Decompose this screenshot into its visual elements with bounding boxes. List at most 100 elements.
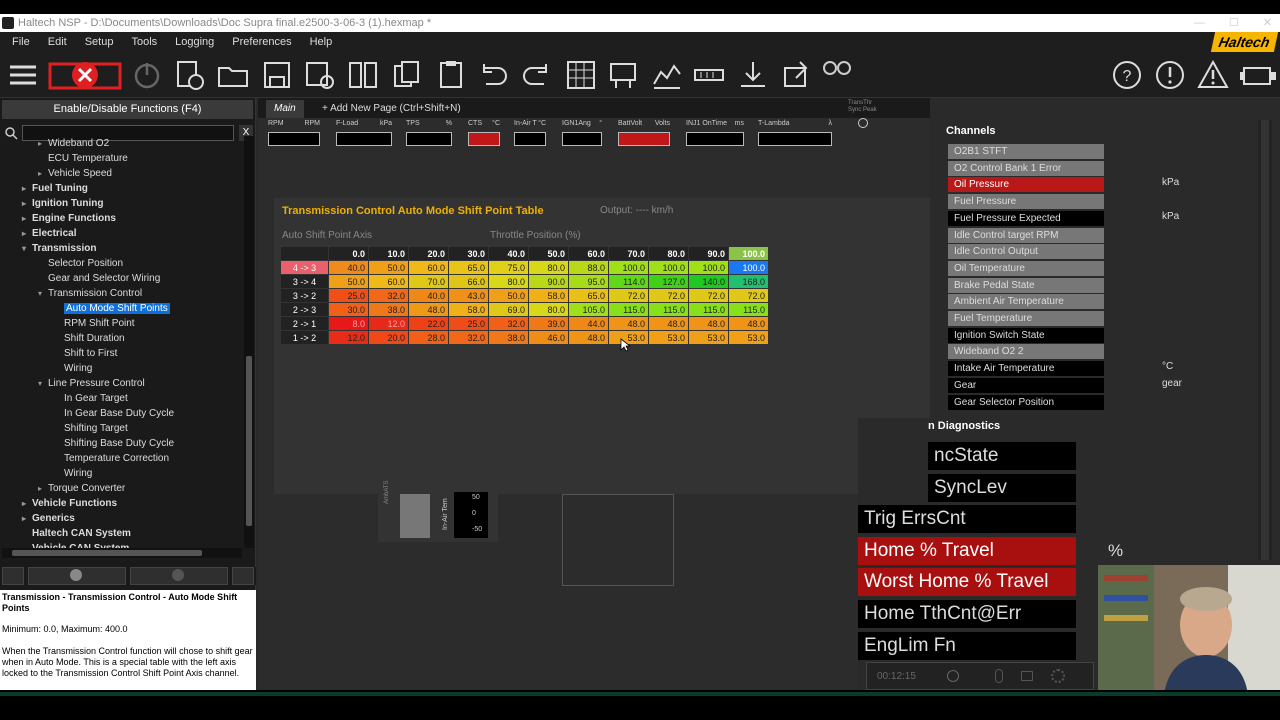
- table-cell[interactable]: 105.0: [568, 302, 609, 317]
- table-cell[interactable]: 65.0: [568, 288, 609, 303]
- more-button-right[interactable]: [232, 567, 254, 585]
- tree-item[interactable]: ▸ Vehicle Functions: [22, 496, 117, 511]
- shift-point-table[interactable]: 0.0 10.0 20.0 30.0 40.0 50.0 60.0 70.0 80.0 90.0 1…: [280, 246, 769, 345]
- diagnostic-item[interactable]: Home TthCnt@Err: [858, 600, 1076, 628]
- gauge-2[interactable]: TPS%: [406, 120, 452, 152]
- tree-item[interactable]: Shift to First: [54, 346, 117, 361]
- table-cell[interactable]: 58.0: [528, 288, 569, 303]
- tree-item[interactable]: Haltech CAN System: [22, 526, 131, 541]
- enable-disable-functions-button[interactable]: Enable/Disable Functions (F4): [2, 100, 253, 119]
- table-cell[interactable]: 53.0: [688, 330, 729, 345]
- table-cell[interactable]: 25.0: [448, 316, 489, 331]
- save-as-icon[interactable]: [302, 58, 336, 92]
- tree-item[interactable]: ▸ Generics: [22, 511, 75, 526]
- tree-item[interactable]: ▸ Engine Functions: [22, 211, 116, 226]
- save-icon[interactable]: [260, 58, 294, 92]
- chevron-right-icon[interactable]: ▸: [22, 511, 32, 526]
- chevron-right-icon[interactable]: ▸: [38, 136, 48, 151]
- row-header[interactable]: 3 -> 2: [280, 288, 329, 303]
- table-cell[interactable]: 50.0: [368, 260, 409, 275]
- menu-preferences[interactable]: Preferences: [226, 36, 297, 48]
- table-cell[interactable]: 80.0: [528, 302, 569, 317]
- table-cell[interactable]: 12.0: [328, 330, 369, 345]
- column-header[interactable]: 0.0: [328, 246, 369, 261]
- table-cell[interactable]: 66.0: [448, 274, 489, 289]
- graph-icon[interactable]: [650, 58, 684, 92]
- table-cell[interactable]: 60.0: [408, 260, 449, 275]
- settings-gears-icon[interactable]: [820, 58, 854, 92]
- close-icon[interactable]: ✕: [1263, 14, 1272, 32]
- column-header[interactable]: 10.0: [368, 246, 409, 261]
- table-cell[interactable]: 90.0: [528, 274, 569, 289]
- table-cell[interactable]: 50.0: [328, 274, 369, 289]
- table-cell[interactable]: 22.0: [408, 316, 449, 331]
- table-cell[interactable]: 100.0: [608, 260, 649, 275]
- column-header[interactable]: 50.0: [528, 246, 569, 261]
- channel-item[interactable]: Wideband O2 2: [948, 344, 1104, 360]
- table-cell[interactable]: 75.0: [488, 260, 529, 275]
- table-cell[interactable]: 39.0: [528, 316, 569, 331]
- table-cell[interactable]: 69.0: [488, 302, 529, 317]
- tree-item[interactable]: In Gear Target: [54, 391, 128, 406]
- channel-item[interactable]: Ignition Switch State: [948, 327, 1104, 343]
- nav-forward-button[interactable]: [130, 567, 228, 585]
- table-cell[interactable]: 72.0: [648, 288, 689, 303]
- tree-item[interactable]: ECU Temperature: [38, 151, 128, 166]
- channel-item[interactable]: Fuel Pressure Expected: [948, 210, 1104, 226]
- table-cell[interactable]: 70.0: [408, 274, 449, 289]
- menu-setup[interactable]: Setup: [79, 36, 120, 48]
- tree-item[interactable]: ▸ Torque Converter: [38, 481, 125, 496]
- row-header[interactable]: 4 -> 3: [280, 260, 329, 275]
- menu-edit[interactable]: Edit: [42, 36, 73, 48]
- menu-help[interactable]: Help: [304, 36, 339, 48]
- help-icon[interactable]: ?: [1110, 58, 1144, 92]
- chevron-right-icon[interactable]: ▸: [22, 496, 32, 511]
- table-cell[interactable]: 168.0: [728, 274, 769, 289]
- tree-item[interactable]: Vehicle CAN System: [22, 541, 129, 548]
- settings-icon[interactable]: [1051, 669, 1065, 683]
- tree-item[interactable]: ▾ Transmission Control: [38, 286, 142, 301]
- table-cell[interactable]: 100.0: [728, 260, 769, 275]
- gauge-3[interactable]: CTS °C: [468, 120, 500, 152]
- tree-item[interactable]: ▸ Ignition Tuning: [22, 196, 103, 211]
- table-cell[interactable]: 50.0: [488, 288, 529, 303]
- channel-item[interactable]: Gear: [948, 377, 1104, 393]
- copy-icon[interactable]: [390, 58, 424, 92]
- diagnostic-item[interactable]: Home % Travel: [858, 536, 1076, 565]
- column-header[interactable]: 90.0: [688, 246, 729, 261]
- tree-item[interactable]: Shifting Target: [54, 421, 128, 436]
- table-cell[interactable]: 100.0: [648, 260, 689, 275]
- table-cell[interactable]: 88.0: [568, 260, 609, 275]
- ecu-icon[interactable]: [606, 58, 640, 92]
- table-cell[interactable]: 8.0: [328, 316, 369, 331]
- table-cell[interactable]: 48.0: [408, 302, 449, 317]
- table-cell[interactable]: 44.0: [568, 316, 609, 331]
- paste-icon[interactable]: [434, 58, 468, 92]
- tree-item[interactable]: ▾ Transmission: [22, 241, 96, 256]
- channel-item[interactable]: Fuel Pressure: [948, 194, 1104, 210]
- table-cell[interactable]: 48.0: [728, 316, 769, 331]
- menu-file[interactable]: File: [6, 36, 36, 48]
- chevron-right-icon[interactable]: ▸: [22, 181, 32, 196]
- tab-add-new-page[interactable]: + Add New Page (Ctrl+Shift+N): [314, 100, 469, 118]
- undo-icon[interactable]: [476, 58, 510, 92]
- table-cell[interactable]: 100.0: [688, 260, 729, 275]
- nav-back-button[interactable]: [28, 567, 126, 585]
- gauge-5[interactable]: IGN1Ang °: [562, 120, 602, 152]
- channel-item[interactable]: O2 Control Bank 1 Error: [948, 160, 1104, 176]
- row-header[interactable]: 2 -> 3: [280, 302, 329, 317]
- menu-logging[interactable]: Logging: [169, 36, 220, 48]
- minimize-icon[interactable]: —: [1194, 14, 1205, 32]
- table-cell[interactable]: 115.0: [728, 302, 769, 317]
- table-cell[interactable]: 95.0: [568, 274, 609, 289]
- channel-item[interactable]: Gear Selector Position: [948, 394, 1104, 410]
- table-cell[interactable]: 140.0: [688, 274, 729, 289]
- table-cell[interactable]: 80.0: [488, 274, 529, 289]
- disconnect-ecu-icon[interactable]: [48, 58, 122, 92]
- tree-vertical-scrollbar[interactable]: [244, 136, 254, 548]
- power-icon[interactable]: [130, 58, 164, 92]
- hamburger-menu-icon[interactable]: [6, 58, 40, 92]
- tree-item[interactable]: ▸ Wideband O2: [38, 136, 109, 151]
- chevron-right-icon[interactable]: ▸: [38, 481, 48, 496]
- new-file-icon[interactable]: [172, 58, 206, 92]
